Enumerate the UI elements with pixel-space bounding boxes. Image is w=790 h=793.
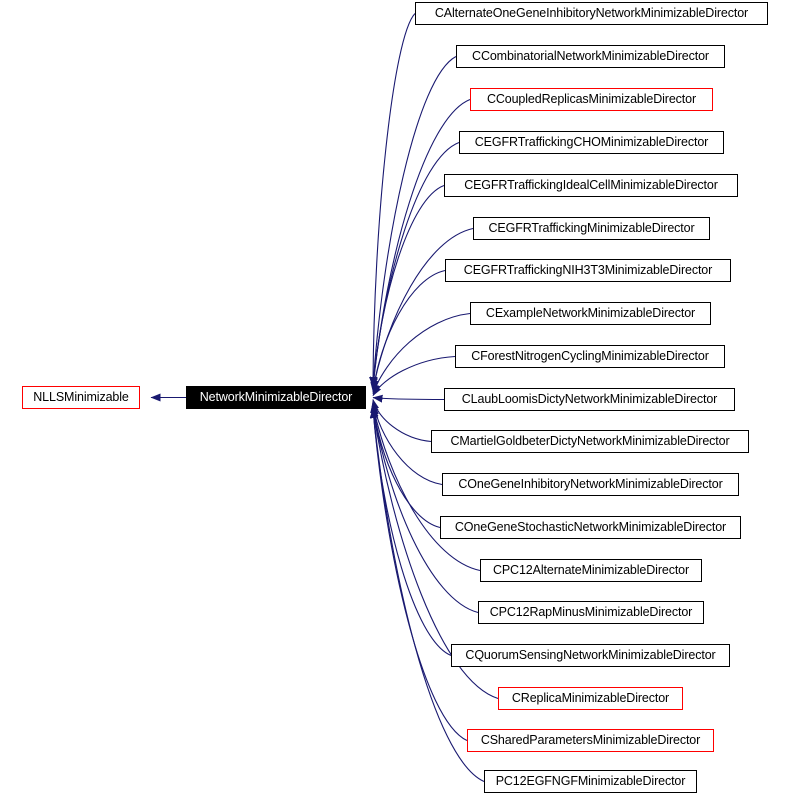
class-node-nllsminimizable[interactable]: NLLSMinimizable: [22, 386, 140, 409]
class-node-label: CForestNitrogenCyclingMinimizableDirecto…: [471, 349, 709, 363]
class-node-label: CQuorumSensingNetworkMinimizableDirector: [465, 648, 716, 662]
class-node-derived[interactable]: CEGFRTraffickingCHOMinimizableDirector: [459, 131, 724, 154]
class-node-label: CLaubLoomisDictyNetworkMinimizableDirect…: [461, 392, 718, 406]
class-node-label: CEGFRTraffickingNIH3T3MinimizableDirecto…: [463, 263, 713, 277]
class-node-derived[interactable]: CPC12AlternateMinimizableDirector: [480, 559, 702, 582]
class-node-label: CPC12AlternateMinimizableDirector: [492, 563, 690, 577]
class-node-label: CMartielGoldbeterDictyNetworkMinimizable…: [450, 434, 730, 448]
inheritance-edge: [369, 13, 416, 387]
class-node-derived[interactable]: CAlternateOneGeneInhibitoryNetworkMinimi…: [415, 2, 768, 25]
inheritance-edge: [369, 184, 445, 389]
class-node-derived[interactable]: CCombinatorialNetworkMinimizableDirector: [456, 45, 725, 68]
inheritance-diagram: NLLSMinimizable NetworkMinimizableDirect…: [0, 0, 790, 793]
inheritance-edge: [372, 355, 456, 397]
inheritance-edge: [369, 408, 485, 783]
inheritance-edge: [369, 98, 471, 387]
class-node-derived[interactable]: CEGFRTraffickingMinimizableDirector: [473, 217, 710, 240]
class-node-derived[interactable]: CPC12RapMinusMinimizableDirector: [478, 601, 704, 624]
class-node-derived[interactable]: CMartielGoldbeterDictyNetworkMinimizable…: [431, 430, 749, 453]
class-node-derived[interactable]: CCoupledReplicasMinimizableDirector: [470, 88, 713, 111]
class-node-label: CEGFRTraffickingMinimizableDirector: [488, 221, 695, 235]
class-node-derived[interactable]: CLaubLoomisDictyNetworkMinimizableDirect…: [444, 388, 735, 411]
inheritance-edge: [369, 408, 468, 741]
inheritance-edge: [369, 56, 457, 387]
class-node-label: CEGFRTraffickingCHOMinimizableDirector: [474, 135, 709, 149]
class-node-label: NLLSMinimizable: [33, 390, 129, 404]
inheritance-edge: [370, 269, 446, 393]
class-node-derived[interactable]: CEGFRTraffickingNIH3T3MinimizableDirecto…: [445, 259, 731, 282]
class-node-label: CAlternateOneGeneInhibitoryNetworkMinimi…: [434, 6, 749, 20]
class-node-derived[interactable]: CExampleNetworkMinimizableDirector: [470, 302, 711, 325]
class-node-derived[interactable]: CReplicaMinimizableDirector: [498, 687, 683, 710]
class-node-derived[interactable]: COneGeneStochasticNetworkMinimizableDire…: [440, 516, 741, 539]
class-node-derived[interactable]: CQuorumSensingNetworkMinimizableDirector: [451, 644, 730, 667]
inheritance-edge: [371, 398, 432, 443]
class-node-label: CExampleNetworkMinimizableDirector: [485, 306, 696, 320]
class-node-networkminimizabledirector[interactable]: NetworkMinimizableDirector: [186, 386, 366, 409]
class-node-label: CCoupledReplicasMinimizableDirector: [486, 92, 697, 106]
class-node-label: NetworkMinimizableDirector: [199, 390, 353, 404]
inheritance-edge: [370, 402, 441, 529]
class-node-label: CEGFRTraffickingIdealCellMinimizableDire…: [464, 178, 718, 192]
class-node-derived[interactable]: CEGFRTraffickingIdealCellMinimizableDire…: [444, 174, 738, 197]
class-node-label: COneGeneInhibitoryNetworkMinimizableDire…: [458, 477, 723, 491]
class-node-label: CSharedParametersMinimizableDirector: [480, 733, 701, 747]
class-node-derived[interactable]: CForestNitrogenCyclingMinimizableDirecto…: [455, 345, 725, 368]
class-node-label: CCombinatorialNetworkMinimizableDirector: [472, 49, 709, 63]
class-node-derived[interactable]: CSharedParametersMinimizableDirector: [467, 729, 714, 752]
class-node-label: COneGeneStochasticNetworkMinimizableDire…: [454, 520, 727, 534]
class-node-derived[interactable]: PC12EGFNGFMinimizableDirector: [484, 770, 697, 793]
class-node-label: CReplicaMinimizableDirector: [511, 691, 670, 705]
class-node-label: PC12EGFNGFMinimizableDirector: [495, 774, 686, 788]
class-node-label: CPC12RapMinusMinimizableDirector: [489, 605, 693, 619]
inheritance-edge: [372, 394, 445, 403]
class-node-derived[interactable]: COneGeneInhibitoryNetworkMinimizableDire…: [442, 473, 739, 496]
